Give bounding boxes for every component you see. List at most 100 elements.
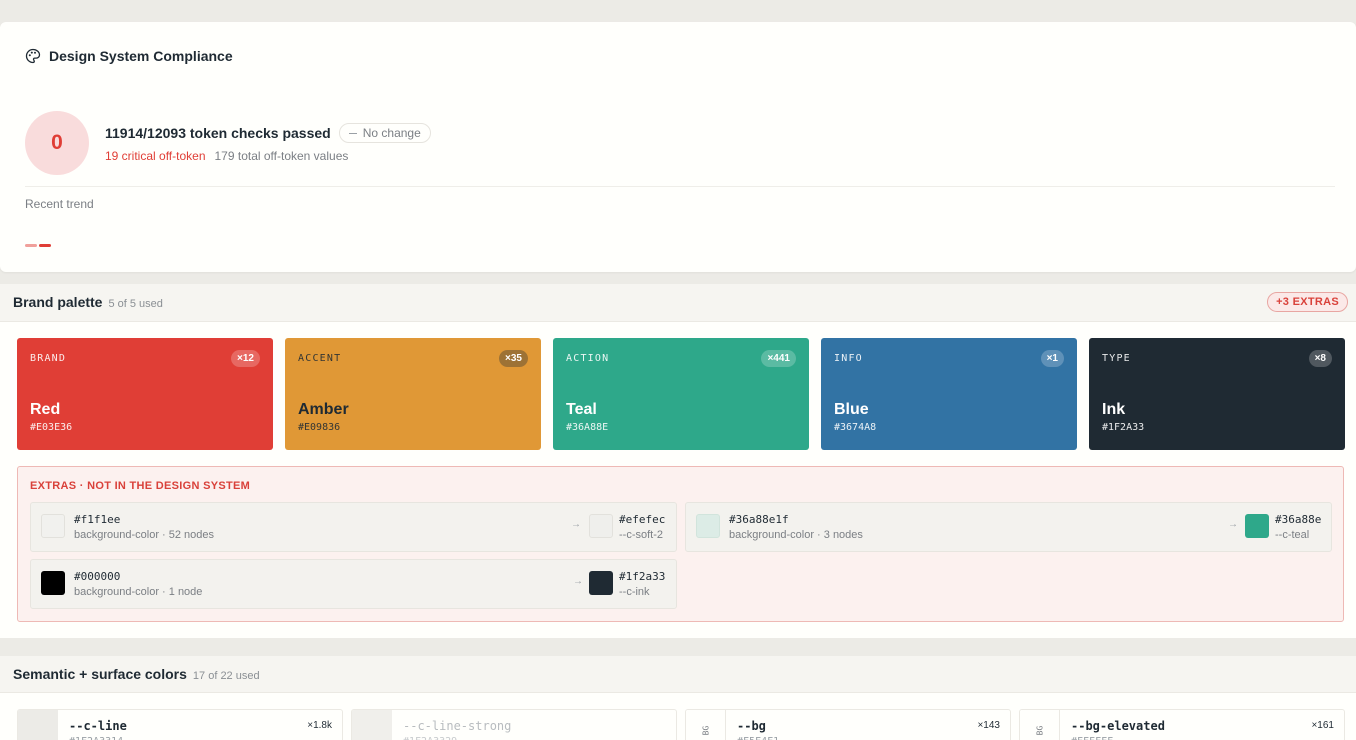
token-chip: BG <box>1020 710 1060 740</box>
swatch-role: BRAND <box>30 353 67 364</box>
recent-trend-label: Recent trend <box>25 197 94 211</box>
swatch-type[interactable]: TYPE ×8 Ink #1F2A33 <box>1089 338 1345 450</box>
swatch-brand[interactable]: BRAND ×12 Red #E03E36 <box>17 338 273 450</box>
brand-palette-header: Brand palette 5 of 5 used +3 EXTRAS <box>0 284 1356 322</box>
arrow-right-icon: → <box>571 519 581 530</box>
token-name: --c-line-strong <box>403 719 512 733</box>
bg-tag: BG <box>1034 725 1044 735</box>
token-hex: #FFFFFF <box>1071 736 1113 740</box>
token-name: --bg-elevated <box>1071 719 1165 733</box>
swatch-count: ×35 <box>499 350 528 367</box>
change-label: No change <box>362 126 421 140</box>
token-hex: #F5F4F1 <box>737 736 779 740</box>
extras-panel: EXTRAS · NOT IN THE DESIGN SYSTEM #f1f1e… <box>17 466 1344 622</box>
critical-off-token: 19 critical off-token <box>105 149 206 163</box>
swatch-hex: #E03E36 <box>30 422 73 433</box>
usage-desc: background-color · 3 nodes <box>729 529 863 541</box>
token-chip: BG <box>686 710 726 740</box>
from-color-chip <box>41 571 65 595</box>
token-hex: #1F2A3329 <box>403 736 457 740</box>
compliance-title: Design System Compliance <box>49 48 233 64</box>
extra-row[interactable]: #f1f1ee background-color · 52 nodes → #e… <box>30 502 677 552</box>
arrow-right-icon: → <box>1228 519 1238 530</box>
swatch-accent[interactable]: ACCENT ×35 Amber #E09836 <box>285 338 541 450</box>
brand-palette-count: 5 of 5 used <box>108 298 163 310</box>
swatch-count: ×1 <box>1040 350 1064 367</box>
arrow-right-icon: → <box>573 576 583 587</box>
token-card[interactable]: BG --bg-elevated #FFFFFF ×161 <box>1019 709 1345 740</box>
swatch-count: ×12 <box>231 350 260 367</box>
to-token: --c-soft-2 <box>619 529 663 541</box>
token-name: --bg <box>737 719 766 733</box>
divider <box>25 186 1335 187</box>
extra-row[interactable]: #36a88e1f background-color · 3 nodes → #… <box>685 502 1332 552</box>
trend-sparkline <box>25 244 51 247</box>
score-circle: 0 <box>25 111 89 175</box>
token-chip <box>18 710 58 740</box>
from-color-chip <box>696 514 720 538</box>
token-name: --c-line <box>69 719 127 733</box>
swatch-name: Amber <box>298 401 349 418</box>
change-badge: No change <box>338 123 431 143</box>
section-title: Brand palette 5 of 5 used <box>13 294 163 310</box>
usage-desc: background-color · 1 node <box>74 586 203 598</box>
extras-title: EXTRAS · NOT IN THE DESIGN SYSTEM <box>30 480 251 492</box>
swatch-hex: #3674A8 <box>834 422 877 433</box>
brand-palette-section: Brand palette 5 of 5 used +3 EXTRAS BRAND… <box>0 284 1356 638</box>
extra-row[interactable]: #000000 background-color · 1 node → #1f2… <box>30 559 677 609</box>
compliance-card: Design System Compliance 0 11914/12093 t… <box>0 22 1356 272</box>
token-card[interactable]: BG --bg #F5F4F1 ×143 <box>685 709 1011 740</box>
from-hex: #f1f1ee <box>74 513 121 526</box>
swatch-count: ×8 <box>1308 350 1332 367</box>
swatch-row: BRAND ×12 Red #E03E36 ACCENT ×35 Amber #… <box>17 338 1345 450</box>
usage-desc: background-color · 52 nodes <box>74 529 215 541</box>
to-token: --c-teal <box>1275 529 1310 541</box>
extras-badge[interactable]: +3 EXTRAS <box>1267 292 1348 312</box>
semantic-colors-section: Semantic + surface colors 17 of 22 used -… <box>0 656 1356 740</box>
to-hex: #efefec <box>619 513 666 526</box>
token-card[interactable]: --c-line #1F2A3314 ×1.8k <box>17 709 343 740</box>
trend-bar <box>39 244 51 247</box>
swatch-hex: #36A88E <box>566 422 609 433</box>
swatch-role: INFO <box>834 353 863 364</box>
token-count: ×1.8k <box>307 720 332 731</box>
compliance-header: Design System Compliance <box>25 48 233 64</box>
swatch-name: Ink <box>1102 401 1126 418</box>
score-summary: 11914/12093 token checks passed No chang… <box>105 123 431 143</box>
checks-passed-label: 11914/12093 token checks passed <box>105 125 331 141</box>
to-color-chip <box>589 514 613 538</box>
to-token: --c-ink <box>619 586 650 598</box>
swatch-name: Teal <box>566 401 597 418</box>
swatch-role: TYPE <box>1102 353 1131 364</box>
semantic-title: Semantic + surface colors <box>13 666 187 682</box>
from-hex: #36a88e1f <box>729 513 789 526</box>
swatch-hex: #1F2A33 <box>1102 422 1145 433</box>
swatch-count: ×441 <box>761 350 796 367</box>
off-token-summary: 19 critical off-token 179 total off-toke… <box>105 149 348 163</box>
brand-palette-title: Brand palette <box>13 294 103 310</box>
swatch-info[interactable]: INFO ×1 Blue #3674A8 <box>821 338 1077 450</box>
to-color-chip <box>1245 514 1269 538</box>
swatch-role: ACTION <box>566 353 610 364</box>
dash-icon <box>348 132 357 134</box>
token-count: ×143 <box>977 720 1000 731</box>
semantic-count: 17 of 22 used <box>192 670 260 682</box>
to-hex: #36a88e <box>1275 513 1322 526</box>
total-off-token: 179 total off-token values <box>214 149 349 163</box>
to-color-chip <box>589 571 613 595</box>
swatch-name: Blue <box>834 401 869 418</box>
swatch-hex: #E09836 <box>298 422 341 433</box>
token-card[interactable]: --c-line-strong #1F2A3329 <box>351 709 677 740</box>
swatch-action[interactable]: ACTION ×441 Teal #36A88E <box>553 338 809 450</box>
semantic-header: Semantic + surface colors 17 of 22 used <box>0 656 1356 693</box>
token-count: ×161 <box>1311 720 1334 731</box>
to-hex: #1f2a33 <box>619 570 666 583</box>
swatch-role: ACCENT <box>298 353 342 364</box>
from-color-chip <box>41 514 65 538</box>
bg-tag: BG <box>700 725 710 735</box>
trend-bar <box>25 244 37 247</box>
token-chip <box>352 710 392 740</box>
token-hex: #1F2A3314 <box>69 736 123 740</box>
swatch-name: Red <box>30 401 61 418</box>
palette-icon <box>25 48 41 64</box>
